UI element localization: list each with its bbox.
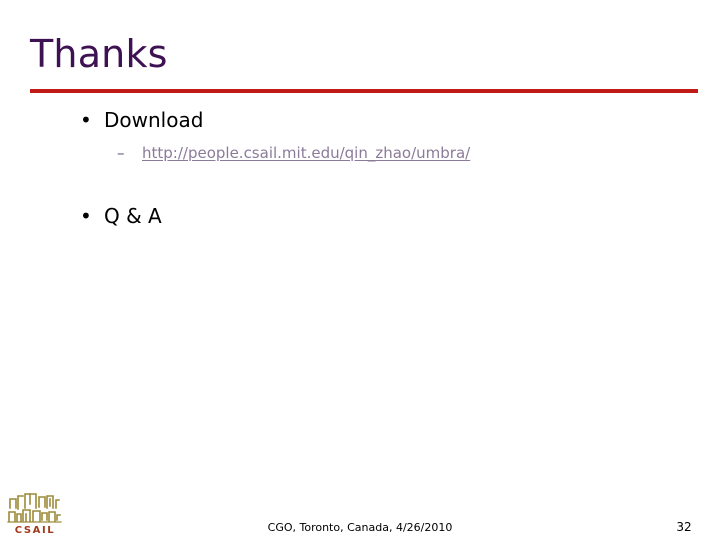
sub-bullet-item-url: – http://people.csail.mit.edu/qin_zhao/u… bbox=[62, 143, 682, 163]
csail-wordmark: CSAIL bbox=[15, 525, 56, 536]
bullet-dot-icon: • bbox=[80, 108, 92, 132]
bullet-dot-icon: • bbox=[80, 204, 92, 228]
csail-logo-graphic: CSAIL bbox=[7, 493, 62, 536]
footer-conference-text: CGO, Toronto, Canada, 4/26/2010 bbox=[267, 521, 453, 534]
csail-logo: CSAIL bbox=[6, 490, 64, 536]
umbra-download-link[interactable]: http://people.csail.mit.edu/qin_zhao/umb… bbox=[142, 143, 470, 163]
bullet-dash-icon: – bbox=[117, 144, 125, 162]
slide-canvas: Thanks • Download – http://people.csail.… bbox=[0, 0, 720, 540]
slide-number: 32 bbox=[676, 520, 692, 534]
bullet-item-download: • Download bbox=[62, 107, 682, 133]
page-title: Thanks bbox=[30, 32, 168, 76]
bullet-item-qa: • Q & A bbox=[62, 203, 682, 229]
title-divider bbox=[30, 89, 698, 93]
bullet-spacer bbox=[62, 163, 682, 203]
body-content: • Download – http://people.csail.mit.edu… bbox=[62, 107, 682, 233]
bullet-label-qa: Q & A bbox=[104, 204, 162, 228]
bullet-label-download: Download bbox=[104, 108, 204, 132]
